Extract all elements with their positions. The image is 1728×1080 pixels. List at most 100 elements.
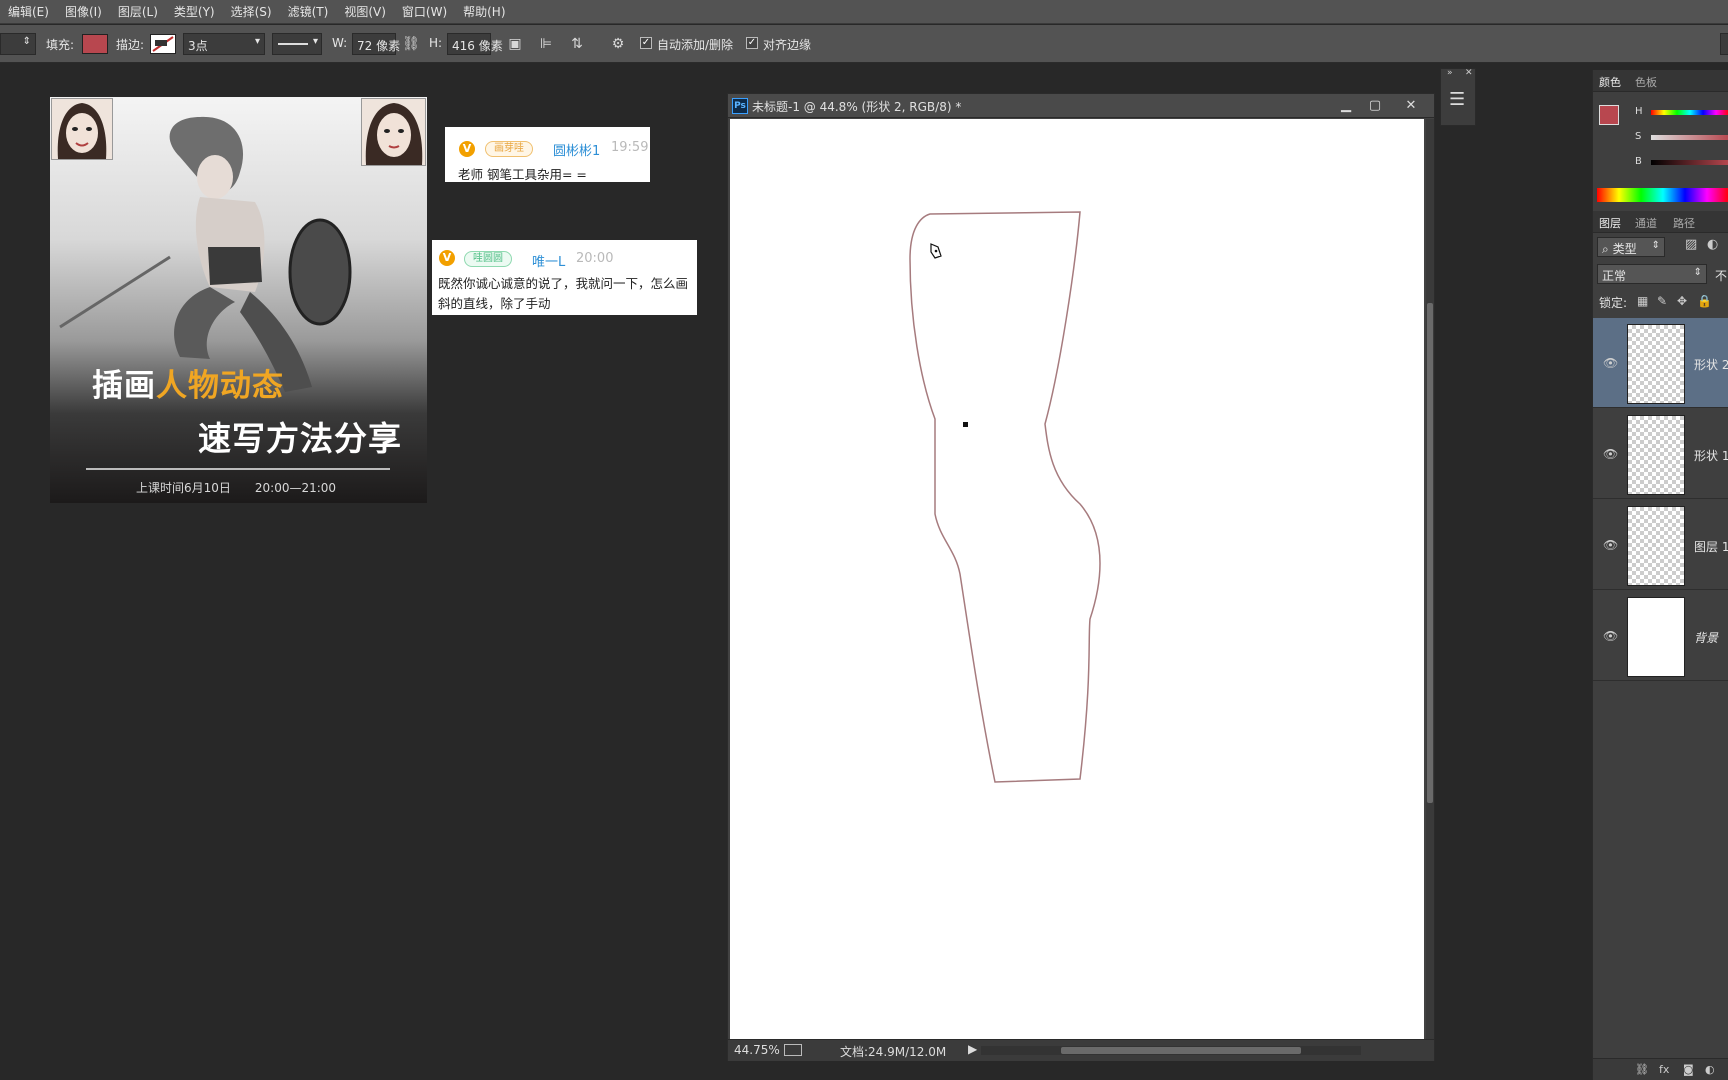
leg-shape-path[interactable] <box>730 119 1424 1039</box>
status-bar: 44.75% 文档:24.9M/12.0M ▶ <box>728 1039 1434 1061</box>
brightness-slider[interactable] <box>1651 160 1728 165</box>
menu-bar: 编辑(E) 图像(I) 图层(L) 类型(Y) 选择(S) 滤镜(T) 视图(V… <box>0 0 1728 24</box>
zoom-level[interactable]: 44.75% <box>734 1043 780 1057</box>
menu-select[interactable]: 选择(S) <box>223 3 280 20</box>
vertical-scrollbar[interactable] <box>1426 119 1434 1039</box>
fill-swatch[interactable] <box>82 34 108 54</box>
menu-help[interactable]: 帮助(H) <box>455 3 513 20</box>
path-alignment-icon[interactable]: ⊫ <box>536 34 556 54</box>
gear-icon[interactable]: ⚙ <box>608 34 628 54</box>
minimize-icon[interactable]: ▁ <box>1333 96 1359 116</box>
link-layers-icon[interactable]: ⛓ <box>1635 1063 1649 1076</box>
lock-transparent-icon[interactable]: ▦ <box>1637 294 1648 308</box>
brightness-label: B <box>1635 156 1642 167</box>
status-preview-icon[interactable] <box>784 1044 802 1056</box>
mode-select[interactable]: ⇕ <box>0 33 36 55</box>
user-level-tag: 哇圆圆 <box>464 251 512 267</box>
path-arrangement-icon[interactable]: ⇅ <box>567 34 587 54</box>
layer-thumbnail <box>1627 506 1685 586</box>
chat-nickname[interactable]: 唯一L <box>532 251 565 270</box>
tab-paths[interactable]: 路径 <box>1673 215 1695 231</box>
opacity-label: 不 <box>1715 269 1728 283</box>
maximize-icon[interactable]: ▢ <box>1362 96 1388 116</box>
adjustment-filter-icon[interactable]: ◐ <box>1707 237 1718 252</box>
layer-thumbnail <box>1627 415 1685 495</box>
horizontal-scroll-thumb[interactable] <box>1061 1047 1301 1054</box>
vertical-scroll-thumb[interactable] <box>1427 303 1433 803</box>
color-spectrum-bar[interactable] <box>1597 188 1728 202</box>
close-icon[interactable]: ✕ <box>1398 96 1424 116</box>
lock-all-icon[interactable]: 🔒 <box>1697 294 1712 308</box>
poster-schedule: 上课时间6月10日 20:00—21:00 <box>136 481 337 495</box>
stroke-type-select[interactable]: ▾ <box>272 33 322 55</box>
foreground-color-swatch[interactable] <box>1599 105 1619 125</box>
search-icon: ⌕ <box>1602 242 1609 256</box>
width-field[interactable]: 72 像素 <box>352 33 400 55</box>
workspace-select[interactable] <box>1720 33 1728 55</box>
dropdown-arrow-icon: ▾ <box>254 36 260 47</box>
vip-badge-icon: V <box>439 250 455 266</box>
blend-mode-select[interactable]: 正常 ⇕ <box>1597 264 1707 284</box>
height-field[interactable]: 416 像素 <box>447 33 503 55</box>
eye-icon[interactable]: 👁 <box>1603 356 1618 370</box>
hue-label: H <box>1635 106 1643 117</box>
lock-brush-icon[interactable]: ✎ <box>1657 294 1667 308</box>
adjustment-layer-icon[interactable]: ◐ <box>1705 1063 1715 1076</box>
tab-layers[interactable]: 图层 <box>1599 215 1621 231</box>
menu-layer[interactable]: 图层(L) <box>110 3 166 20</box>
chevron-updown-icon: ⇕ <box>1693 267 1702 278</box>
close-icon[interactable]: ✕ <box>1465 68 1473 78</box>
align-edges-checkbox[interactable]: ✓ <box>746 37 758 49</box>
layer-row-background[interactable]: 👁 背景 <box>1593 591 1728 681</box>
layer-kind-filter[interactable]: ⌕ 类型 ⇕ <box>1597 237 1665 257</box>
layer-name[interactable]: 图层 1 <box>1694 538 1728 555</box>
fx-icon[interactable]: fx <box>1659 1063 1669 1076</box>
horizontal-scrollbar[interactable] <box>981 1046 1361 1055</box>
auto-add-delete-checkbox[interactable]: ✓ <box>640 37 652 49</box>
tab-swatches[interactable]: 色板 <box>1635 74 1657 90</box>
menu-filter[interactable]: 滤镜(T) <box>280 3 337 20</box>
layer-name[interactable]: 形状 1 <box>1694 447 1728 464</box>
chevron-updown-icon: ⇕ <box>1651 240 1660 251</box>
eye-icon[interactable]: 👁 <box>1603 447 1618 461</box>
lock-move-icon[interactable]: ✥ <box>1677 294 1687 308</box>
menu-view[interactable]: 视图(V) <box>336 3 394 20</box>
chat-nickname[interactable]: 圆彬彬1 <box>553 140 600 159</box>
layer-row-layer-1[interactable]: 👁 图层 1 <box>1593 500 1728 590</box>
hue-slider[interactable] <box>1651 110 1728 115</box>
right-panel: 颜色 色板 H S B 图层 通道 路径 ⌕ 类型 ⇕ ▨ ◐ 正常 ⇕ 不 锁… <box>1592 70 1728 1080</box>
saturation-slider[interactable] <box>1651 135 1728 140</box>
stroke-label: 描边: <box>116 38 145 52</box>
menu-image[interactable]: 图像(I) <box>57 3 110 20</box>
document-title-bar[interactable]: Ps 未标题-1 @ 44.8% (形状 2, RGB/8) * ▁ ▢ ✕ <box>728 94 1434 118</box>
menu-edit[interactable]: 编辑(E) <box>0 3 57 20</box>
document-canvas[interactable] <box>730 119 1424 1039</box>
course-poster: 插画人物动态 速写方法分享 上课时间6月10日 20:00—21:00 <box>50 97 427 503</box>
path-operations-icon[interactable]: ▣ <box>505 34 525 54</box>
tab-channels[interactable]: 通道 <box>1635 215 1657 231</box>
layer-row-shape-1[interactable]: 👁 形状 1 <box>1593 409 1728 499</box>
tab-color[interactable]: 颜色 <box>1599 74 1621 90</box>
menu-window[interactable]: 窗口(W) <box>394 3 455 20</box>
add-mask-icon[interactable]: ◙ <box>1683 1063 1694 1076</box>
status-menu-arrow-icon[interactable]: ▶ <box>968 1042 977 1056</box>
layer-name[interactable]: 背景 <box>1694 629 1718 646</box>
width-value: 72 像素 <box>357 39 401 53</box>
link-icon[interactable]: ⛓ <box>401 34 421 54</box>
auto-add-delete-label: 自动添加/删除 <box>657 38 734 52</box>
expand-panels-icon[interactable]: » <box>1447 68 1453 78</box>
anchor-point[interactable] <box>963 422 968 427</box>
eye-icon[interactable]: 👁 <box>1603 629 1618 643</box>
layer-row-shape-2[interactable]: 👁 形状 2 <box>1593 318 1728 408</box>
pen-cursor-icon <box>930 243 942 259</box>
stroke-swatch[interactable] <box>150 34 176 54</box>
stroke-size-field[interactable]: 3点 ▾ <box>183 33 265 55</box>
blend-mode-value: 正常 <box>1602 269 1627 283</box>
chat-text: 既然你诚心诚意的说了，我就问一下，怎么画斜的直线，除了手动 <box>438 276 689 311</box>
eye-icon[interactable]: 👁 <box>1603 538 1618 552</box>
layer-name[interactable]: 形状 2 <box>1694 356 1728 373</box>
chevron-updown-icon: ⇕ <box>22 36 31 47</box>
image-filter-icon[interactable]: ▨ <box>1685 237 1697 252</box>
menu-type[interactable]: 类型(Y) <box>166 3 223 20</box>
properties-sliders-icon[interactable]: ☰ <box>1449 89 1465 110</box>
